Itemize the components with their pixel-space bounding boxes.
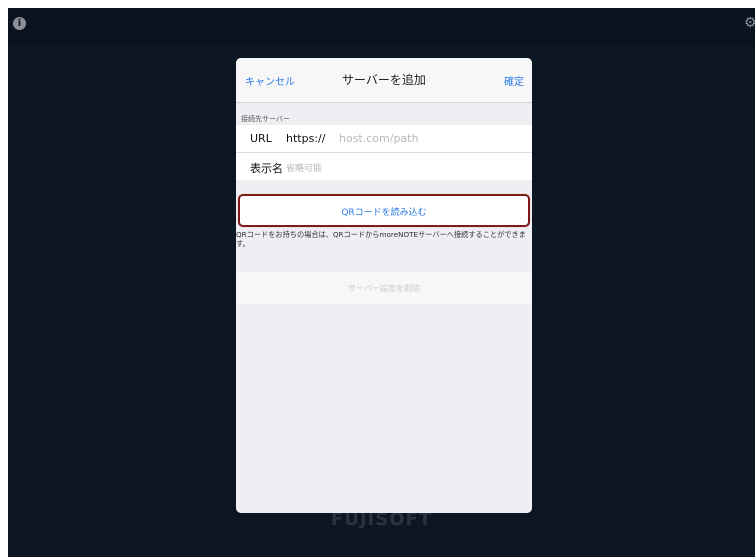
delete-server-button[interactable]: サーバー設定を削除 <box>236 272 532 304</box>
dialog-nav-bar: キャンセル サーバーを追加 確定 <box>236 58 532 103</box>
info-icon[interactable]: i <box>13 17 26 30</box>
display-name-field[interactable]: 表示名 省略可能 <box>236 153 532 180</box>
url-field[interactable]: URL https:// host.com/path <box>236 125 532 153</box>
scan-qr-label: QRコードを読み込む <box>341 208 427 218</box>
display-name-input[interactable]: 省略可能 <box>286 161 322 174</box>
gear-icon[interactable]: ⚙ <box>744 16 755 30</box>
app-screen: i ⚙ FUJISOFT キャンセル サーバーを追加 確定 接続先サーバー UR… <box>8 8 755 557</box>
scan-qr-button[interactable]: QRコードを読み込む <box>238 194 530 227</box>
confirm-button[interactable]: 確定 <box>504 73 524 88</box>
delete-server-label: サーバー設定を削除 <box>348 284 420 293</box>
section-header-server: 接続先サーバー <box>241 115 290 123</box>
qr-help-text: QRコードをお持ちの場合は、QRコードからmoreNOTEサーバーへ接続すること… <box>236 230 526 248</box>
dialog-title: サーバーを追加 <box>342 73 426 87</box>
add-server-dialog: キャンセル サーバーを追加 確定 接続先サーバー URL https:// ho… <box>236 58 532 513</box>
top-bar: i ⚙ <box>8 8 755 45</box>
url-input[interactable]: host.com/path <box>339 132 418 145</box>
url-scheme: https:// <box>286 132 326 145</box>
url-label: URL <box>250 132 272 145</box>
display-name-label: 表示名 <box>250 162 283 175</box>
